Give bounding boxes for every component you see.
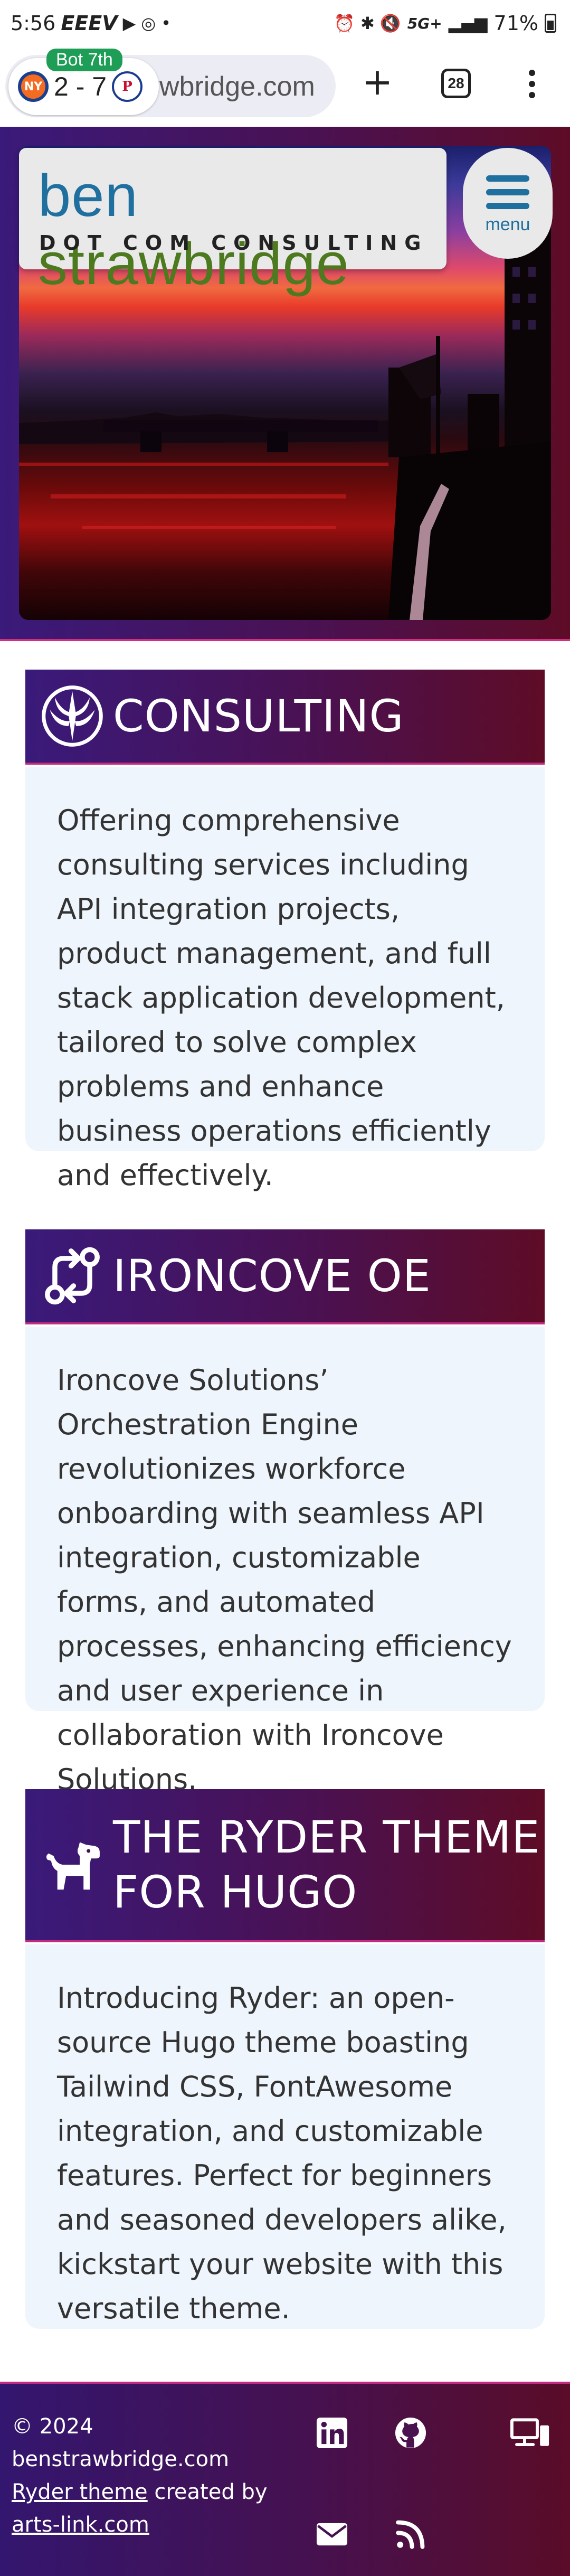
logo-tagline: DOT COM CONSULTING [39, 231, 429, 255]
card-body-ironcove: Ironcove Solutions’ Orchestration Engine… [25, 1327, 545, 1796]
card-title-ironcove: IRONCOVE OE [113, 1250, 431, 1302]
status-time: 5:56 [11, 12, 56, 35]
notification-icons: EEEV [61, 12, 118, 35]
card-body-consulting: Offering comprehensive consulting servic… [25, 767, 545, 1192]
footer-site: benstrawbridge.com [12, 2447, 230, 2471]
score-text: 2 - 7 [54, 72, 107, 101]
card-header-ryder[interactable]: THE RYDER THEME FOR HUGO [25, 1789, 545, 1942]
card-header-consulting[interactable]: CONSULTING [25, 670, 545, 765]
battery-percent: 71% [493, 12, 538, 35]
inning-badge: Bot 7th [46, 49, 122, 71]
card-body-ryder: Introducing Ryder: an open-source Hugo t… [25, 1944, 545, 2329]
tab-switcher-button[interactable]: 28 [441, 69, 471, 98]
logo-first-name: ben [38, 163, 138, 229]
site-logo[interactable]: ben strawbridge DOT COM CONSULTING [19, 148, 446, 297]
network-indicator: 5G+ [407, 14, 442, 32]
arrows-rotate-icon [41, 1245, 103, 1307]
status-left: 5:56 EEEV ▶ ◎ • [11, 12, 171, 35]
card-title-ryder: THE RYDER THEME FOR HUGO [113, 1810, 540, 1920]
card-header-ironcove[interactable]: IRONCOVE OE [25, 1229, 545, 1324]
card-text-ryder: Introducing Ryder: an open-source Hugo t… [57, 1981, 507, 2325]
play-icon: ▶ [122, 13, 136, 33]
menu-label: menu [485, 214, 530, 234]
menu-button[interactable]: menu [463, 148, 553, 259]
live-score-chip[interactable]: NY 2 - 7 P Bot 7th [8, 49, 159, 115]
signal-icon: ▂▄▆ [448, 13, 488, 33]
arts-link-link[interactable]: arts-link.com [12, 2513, 149, 2537]
footer-credits: © 2024 benstrawbridge.com Ryder theme cr… [12, 2410, 268, 2541]
card-title-ryder-line2: FOR HUGO [113, 1866, 358, 1918]
card-title-ryder-line1: THE RYDER THEME [113, 1811, 540, 1863]
dog-icon [41, 1834, 103, 1896]
status-bar: 5:56 EEEV ▶ ◎ • ⏰ ✱ 🔇 5G+ ▂▄▆ 71% [0, 0, 570, 53]
more-options-icon[interactable] [516, 65, 548, 102]
github-icon[interactable] [393, 2415, 428, 2450]
footer-author-line: arts-link.com [12, 2508, 268, 2541]
card-text-consulting: Offering comprehensive consulting servic… [57, 804, 505, 1192]
url-text[interactable]: wbridge.com [159, 71, 315, 102]
mets-logo-icon: NY [18, 71, 49, 102]
footer-copyright: © 2024 [12, 2414, 93, 2439]
site-footer: © 2024 benstrawbridge.com Ryder theme cr… [0, 2382, 570, 2576]
hamburger-icon [486, 175, 529, 209]
hero-section: ben strawbridge DOT COM CONSULTING menu [0, 127, 570, 641]
jedi-emblem-icon [41, 685, 103, 747]
sync-icon: ◎ [141, 13, 156, 33]
browser-toolbar: NY 2 - 7 P Bot 7th wbridge.com + 28 [0, 49, 570, 127]
ryder-theme-link[interactable]: Ryder theme [12, 2480, 148, 2504]
devices-icon[interactable] [510, 2415, 551, 2450]
address-bar[interactable]: NY 2 - 7 P Bot 7th wbridge.com [5, 49, 336, 117]
logo-name: ben strawbridge [38, 162, 446, 298]
battery-icon [545, 14, 556, 33]
new-tab-button[interactable]: + [359, 63, 396, 101]
card-title-consulting: CONSULTING [113, 690, 404, 742]
footer-credit-line: Ryder theme created by [12, 2476, 268, 2508]
status-right: ⏰ ✱ 🔇 5G+ ▂▄▆ 71% [334, 12, 556, 35]
linkedin-icon[interactable] [315, 2415, 349, 2450]
dot-icon: • [161, 13, 172, 33]
alarm-bluetooth-mute-icons: ⏰ ✱ 🔇 [334, 13, 401, 33]
phillies-logo-icon: P [112, 71, 143, 102]
footer-created-by: created by [147, 2480, 268, 2504]
rss-icon[interactable] [393, 2517, 428, 2552]
envelope-icon[interactable] [315, 2517, 349, 2552]
card-text-ironcove: Ironcove Solutions’ Orchestration Engine… [57, 1364, 512, 1796]
